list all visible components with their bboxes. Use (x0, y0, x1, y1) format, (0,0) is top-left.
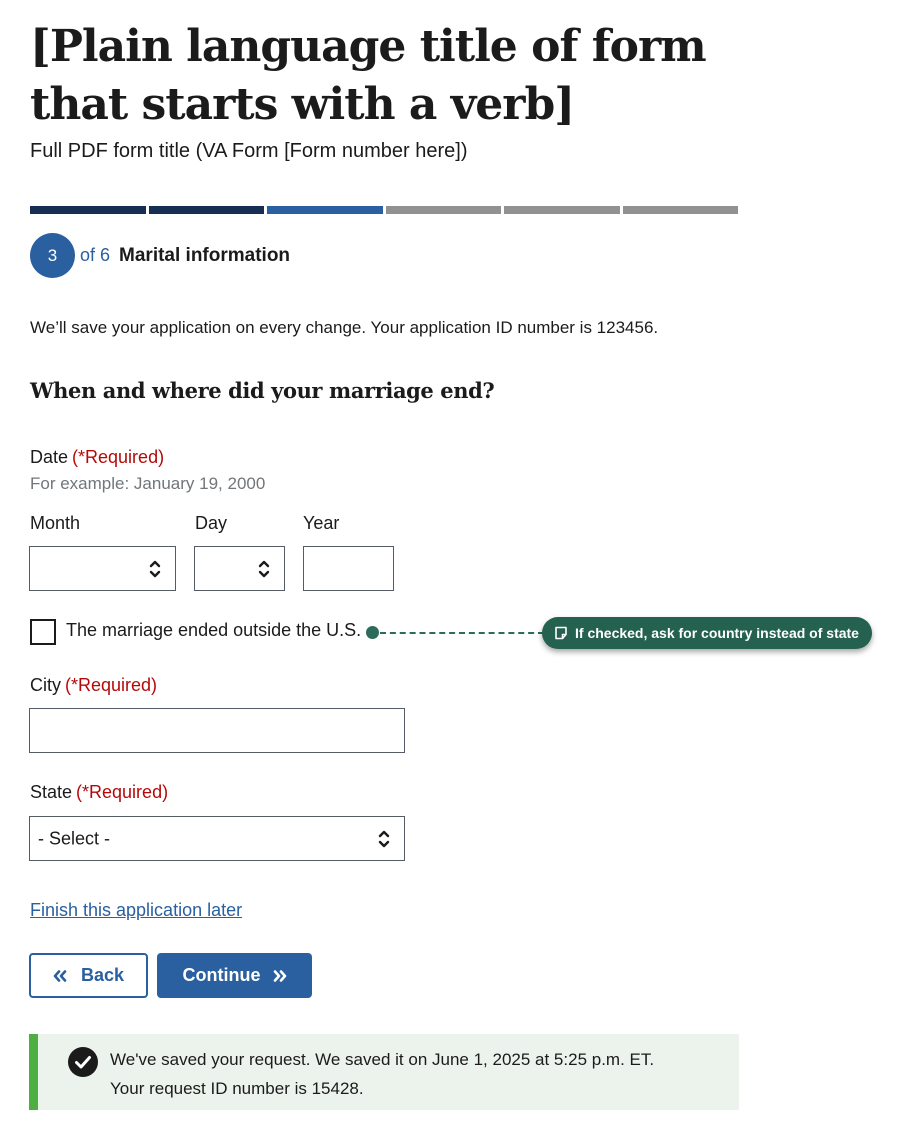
note-icon (555, 626, 567, 640)
state-required: (*Required) (76, 782, 169, 802)
date-required: (*Required) (72, 447, 165, 467)
progress-segments (30, 206, 738, 214)
year-input[interactable] (303, 546, 394, 591)
double-chevron-right-icon (273, 969, 286, 982)
continue-label: Continue (182, 965, 261, 985)
date-label-text: Date (30, 447, 69, 467)
annotation-connector (380, 632, 544, 634)
continue-button[interactable]: Continue (157, 953, 312, 998)
question-heading: When and where did your marriage end? (30, 378, 495, 403)
up-down-chevron-icon (258, 560, 270, 577)
annotation-note: If checked, ask for country instead of s… (542, 617, 872, 649)
alert-line-1: We've saved your request. We saved it on… (110, 1050, 655, 1069)
date-hint: For example: January 19, 2000 (30, 474, 266, 493)
month-label: Month (30, 513, 81, 533)
double-chevron-left-icon (53, 969, 67, 982)
page-title: [Plain language title of form that start… (30, 21, 707, 130)
progress-segment-incomplete (504, 206, 620, 214)
step-indicator: 3 of 6 Marital information (30, 233, 290, 278)
outside-us-label[interactable]: The marriage ended outside the U.S. (66, 620, 361, 641)
step-number-circle: 3 (30, 233, 75, 278)
state-selected-value: - Select - (38, 828, 111, 848)
city-label-text: City (30, 675, 61, 695)
progress-segment-complete (30, 206, 146, 214)
date-label: Date (*Required) (30, 447, 164, 468)
step-name: Marital information (119, 244, 291, 266)
step-total: 6 (100, 245, 111, 265)
annotation-text: If checked, ask for country instead of s… (575, 625, 859, 641)
progress-segment-current (267, 206, 383, 214)
annotation-dot (366, 626, 379, 639)
form-subtitle: Full PDF form title (VA Form [Form numbe… (30, 140, 468, 162)
up-down-chevron-icon (378, 830, 390, 847)
progress-segment-incomplete (385, 206, 501, 214)
city-label: City (*Required) (30, 675, 157, 696)
up-down-chevron-icon (149, 560, 161, 577)
state-label-text: State (30, 782, 73, 802)
state-select[interactable]: - Select - (29, 816, 405, 861)
save-note: We’ll save your application on every cha… (30, 318, 659, 337)
finish-later-link[interactable]: Finish this application later (30, 900, 242, 921)
alert-text: We've saved your request. We saved it on… (110, 1045, 654, 1103)
city-required: (*Required) (65, 675, 158, 695)
back-button[interactable]: Back (29, 953, 148, 998)
alert-line-2: Your request ID number is 15428. (110, 1079, 364, 1098)
state-label: State (*Required) (30, 782, 168, 803)
outside-us-checkbox[interactable] (30, 619, 56, 645)
day-label: Day (195, 513, 228, 533)
year-label: Year (303, 513, 340, 533)
progress-segment-complete (148, 206, 264, 214)
back-label: Back (80, 965, 125, 985)
day-select[interactable] (194, 546, 285, 591)
check-circle-icon (68, 1047, 98, 1077)
city-input[interactable] (29, 708, 405, 753)
save-success-alert: We've saved your request. We saved it on… (29, 1034, 739, 1110)
step-of-word: of (80, 245, 96, 265)
progress-segment-incomplete (622, 206, 738, 214)
step-of-total: of 6 (80, 245, 110, 266)
month-select[interactable] (29, 546, 176, 591)
